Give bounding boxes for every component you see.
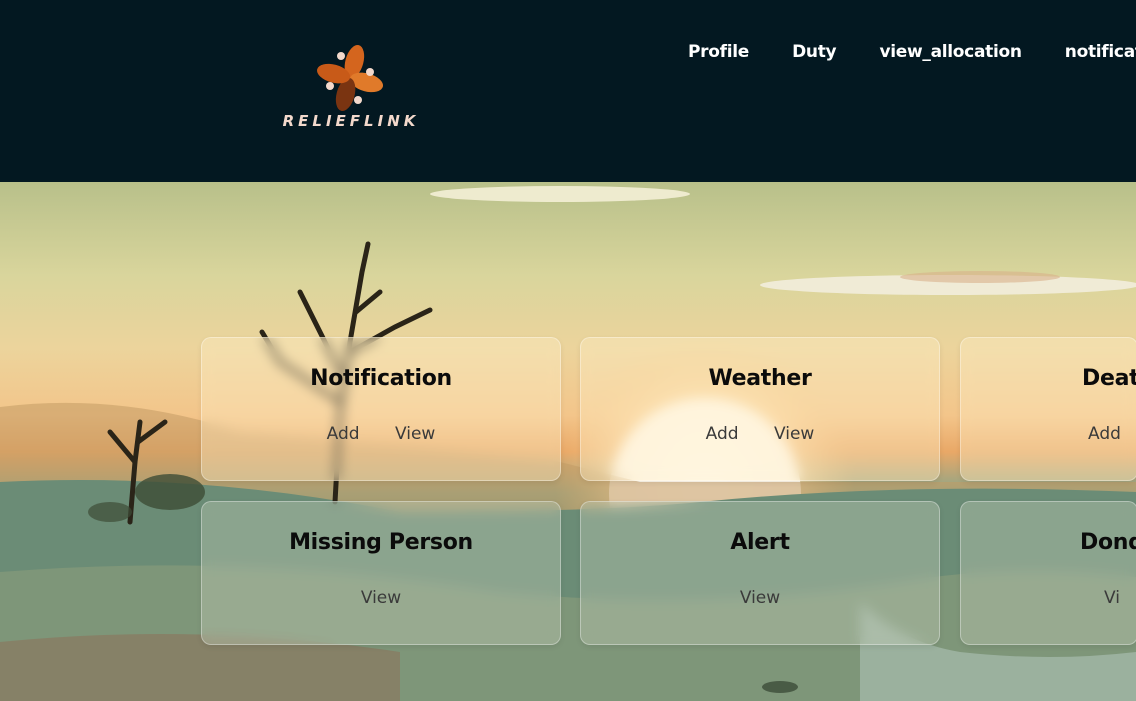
death-add-link[interactable]: Add xyxy=(1088,424,1121,444)
alert-card: Alert View xyxy=(580,501,940,645)
alert-view-link[interactable]: View xyxy=(740,588,780,608)
missing-person-view-link[interactable]: View xyxy=(361,588,401,608)
pinwheel-logo-icon xyxy=(316,44,384,112)
main-nav: Profile Duty view_allocation notificatio xyxy=(688,42,1136,62)
brand-wordmark: RELIEFLINK xyxy=(282,112,420,130)
nav-duty-link[interactable]: Duty xyxy=(792,42,837,62)
card-actions: Vi xyxy=(1104,588,1120,608)
notification-view-link[interactable]: View xyxy=(395,424,435,444)
death-card: Deat Add xyxy=(960,337,1136,481)
top-navbar: RELIEFLINK Profile Duty view_allocation … xyxy=(0,0,1136,182)
weather-add-link[interactable]: Add xyxy=(706,424,739,444)
missing-person-card: Missing Person View xyxy=(201,501,561,645)
card-title: Notification xyxy=(310,366,452,391)
card-title: Dond xyxy=(1080,530,1136,555)
card-title: Missing Person xyxy=(289,530,473,555)
nav-notifications-link[interactable]: notificatio xyxy=(1065,42,1136,62)
weather-card: Weather Add View xyxy=(580,337,940,481)
donation-card: Dond Vi xyxy=(960,501,1136,645)
card-actions: Add View xyxy=(202,424,560,444)
notification-card: Notification Add View xyxy=(201,337,561,481)
card-actions: View xyxy=(581,588,939,608)
card-title: Alert xyxy=(730,530,790,555)
weather-view-link[interactable]: View xyxy=(774,424,814,444)
card-actions: Add View xyxy=(581,424,939,444)
nav-profile-link[interactable]: Profile xyxy=(688,42,749,62)
relieflink-logo[interactable]: RELIEFLINK xyxy=(280,44,422,136)
nav-view-allocation-link[interactable]: view_allocation xyxy=(879,42,1022,62)
card-title: Weather xyxy=(708,366,812,391)
card-actions: Add xyxy=(1073,424,1136,444)
card-title: Deat xyxy=(1082,366,1136,391)
donation-view-link[interactable]: Vi xyxy=(1104,588,1120,608)
notification-add-link[interactable]: Add xyxy=(327,424,360,444)
card-actions: View xyxy=(202,588,560,608)
hero-background: Notification Add View Weather Add View D… xyxy=(0,182,1136,701)
